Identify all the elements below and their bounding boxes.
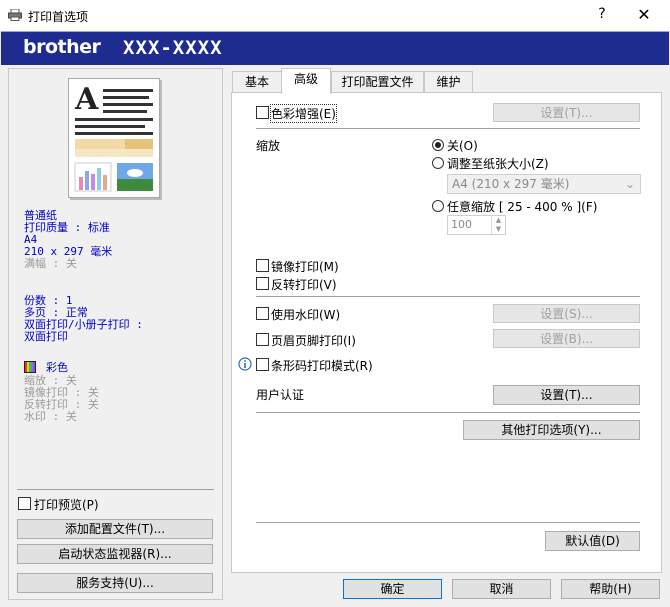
- info-icon[interactable]: [238, 357, 252, 371]
- free-scaling-label: 任意缩放 [ 25 - 400 % ](F): [447, 200, 598, 214]
- mirror-print-checkbox[interactable]: [256, 259, 269, 272]
- tab-print-profiles[interactable]: 打印配置文件: [331, 71, 424, 93]
- fit-to-paper-label: 调整至纸张大小(Z): [447, 157, 549, 171]
- user-auth-label: 用户认证: [256, 388, 305, 402]
- ok-button[interactable]: 确定: [343, 579, 442, 599]
- window-title: 打印首选项: [28, 10, 89, 24]
- watermark-label: 使用水印(W): [271, 308, 341, 322]
- watermark-settings-button[interactable]: 设置(S)...: [493, 304, 640, 323]
- fit-to-paper-radio[interactable]: [432, 157, 444, 169]
- barcode-mode-checkbox[interactable]: [256, 358, 269, 371]
- svg-text:A: A: [74, 82, 99, 117]
- duplex-value: 双面打印: [24, 330, 68, 343]
- scaling-off-label: 关(O): [447, 139, 478, 153]
- free-scaling-value: 100: [451, 218, 472, 231]
- default-button[interactable]: 默认值(D): [545, 531, 640, 551]
- other-print-options-button[interactable]: 其他打印选项(Y)...: [463, 420, 640, 440]
- header-footer-settings-button[interactable]: 设置(B)...: [493, 329, 640, 348]
- print-preview-label: 打印预览(P): [34, 498, 99, 512]
- barcode-mode-label: 条形码打印模式(R): [271, 359, 373, 373]
- chevron-down-icon: ⌄: [624, 177, 635, 191]
- scaling-label: 缩放: [256, 139, 281, 153]
- divider: [256, 522, 640, 523]
- add-profile-button[interactable]: 添加配置文件(T)...: [17, 519, 213, 539]
- divider: [256, 412, 640, 413]
- cancel-button[interactable]: 取消: [452, 579, 551, 599]
- free-scaling-stepper[interactable]: 100 ▲ ▼: [447, 215, 506, 235]
- watermark-checkbox[interactable]: [256, 307, 269, 320]
- mirror-print-label: 镜像打印(M): [271, 260, 339, 274]
- header-footer-label: 页眉页脚打印(I): [271, 334, 356, 348]
- printer-icon: [8, 9, 22, 21]
- color-enhance-settings-button[interactable]: 设置(T)...: [493, 103, 640, 122]
- divider: [17, 489, 214, 490]
- help-title-button[interactable]: ?: [592, 6, 612, 26]
- reverse-print-label: 反转打印(V): [271, 278, 337, 292]
- fit-paper-size-select[interactable]: A4 (210 x 297 毫米) ⌄: [447, 174, 641, 194]
- tab-maintenance[interactable]: 维护: [424, 71, 473, 93]
- borderless-status: 满幅 : 关: [24, 257, 77, 270]
- support-button[interactable]: 服务支持(U)...: [17, 573, 213, 593]
- status-monitor-button[interactable]: 启动状态监视器(R)...: [17, 544, 213, 564]
- brother-logo: brother: [23, 36, 101, 58]
- document-preview-icon: A: [74, 82, 153, 192]
- title-bar: 打印首选项 ? ✕: [0, 0, 670, 31]
- help-button[interactable]: 帮助(H): [561, 579, 660, 599]
- print-quality: 打印质量 : 标准: [24, 221, 110, 234]
- divider: [256, 128, 640, 129]
- header-footer-checkbox[interactable]: [256, 333, 269, 346]
- free-scaling-radio[interactable]: [432, 200, 444, 212]
- page-preview: A: [68, 78, 160, 198]
- user-auth-settings-button[interactable]: 设置(T)...: [493, 385, 640, 405]
- model-name: XXX-XXXX: [123, 37, 223, 59]
- brand-banner: brother XXX-XXXX: [1, 31, 669, 65]
- spin-buttons[interactable]: ▲ ▼: [491, 216, 505, 234]
- color-enhance-label: 色彩增强(E): [270, 104, 337, 123]
- color-icon: [24, 361, 36, 373]
- reverse-print-checkbox[interactable]: [256, 277, 269, 290]
- tab-basic[interactable]: 基本: [232, 71, 282, 93]
- color-mode: 彩色: [46, 361, 68, 374]
- fit-paper-size-value: A4 (210 x 297 毫米): [452, 177, 570, 191]
- watermark-status: 水印 : 关: [24, 410, 77, 423]
- divider: [256, 296, 640, 297]
- close-button[interactable]: ✕: [632, 5, 656, 27]
- tab-advanced[interactable]: 高级: [281, 68, 331, 94]
- print-preview-checkbox[interactable]: [18, 497, 31, 510]
- color-enhance-checkbox[interactable]: [256, 106, 269, 119]
- scaling-off-radio[interactable]: [432, 139, 444, 151]
